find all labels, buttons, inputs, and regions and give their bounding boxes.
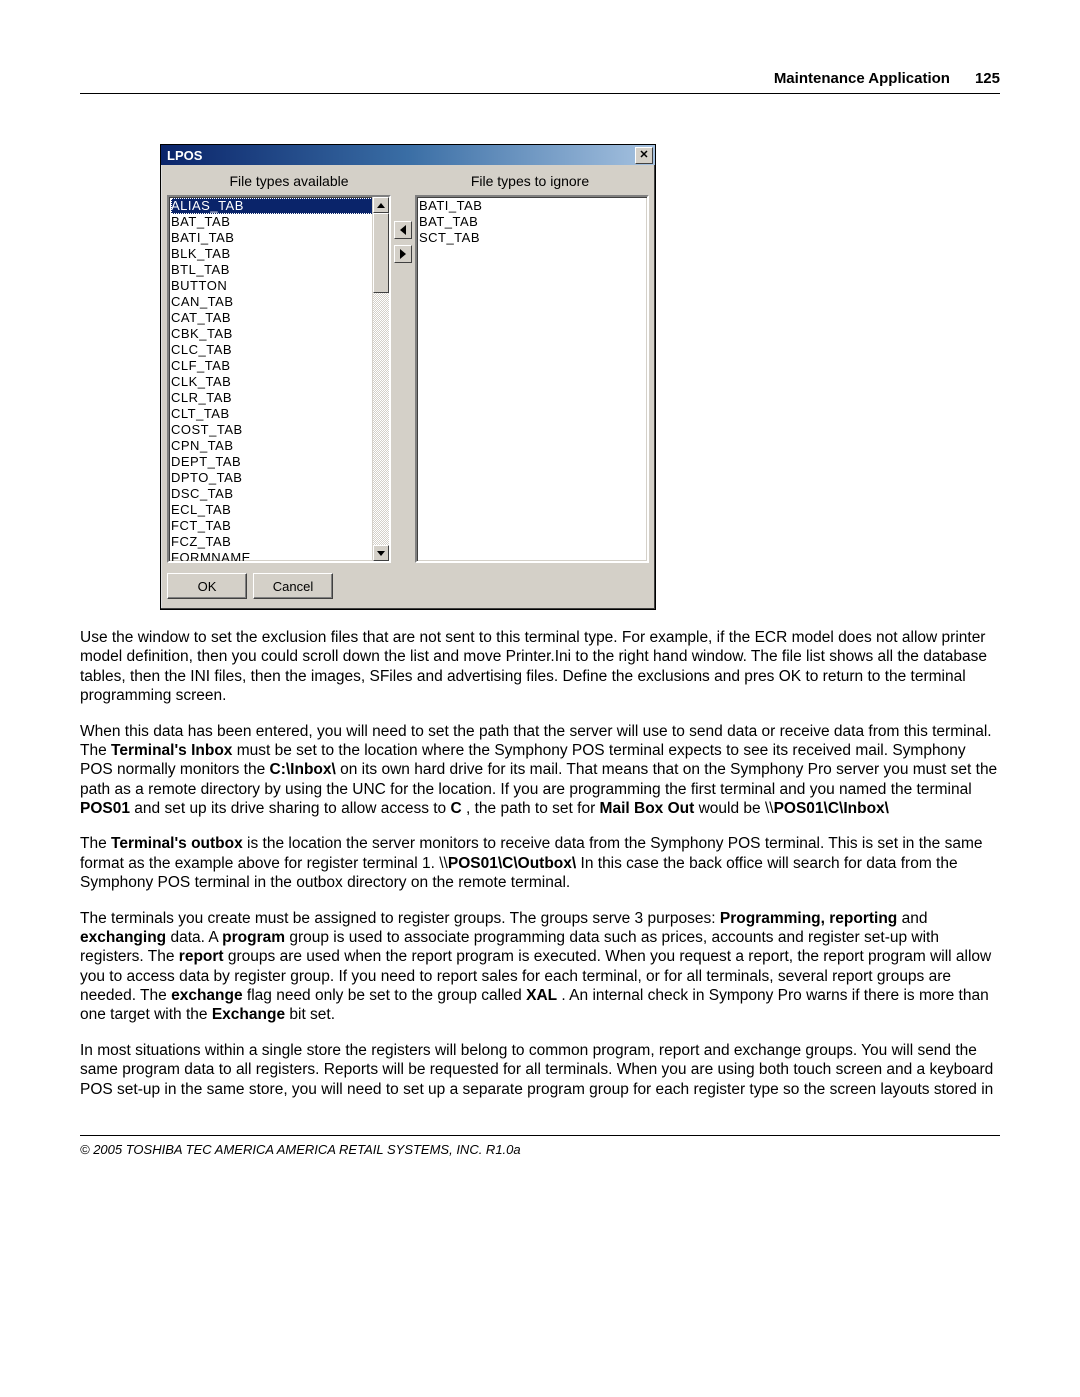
scroll-thumb[interactable] <box>373 213 389 293</box>
ignore-listbox[interactable]: BATI_TABBAT_TABSCT_TAB <box>415 195 649 563</box>
list-item[interactable]: CLC_TAB <box>171 342 387 358</box>
list-item[interactable]: BTL_TAB <box>171 262 387 278</box>
paragraph-3: The Terminal's outbox is the location th… <box>80 834 1000 892</box>
list-item[interactable]: DSC_TAB <box>171 486 387 502</box>
list-item[interactable]: BAT_TAB <box>171 214 387 230</box>
list-item[interactable]: CLK_TAB <box>171 374 387 390</box>
label-available: File types available <box>167 173 411 189</box>
available-listbox[interactable]: ALIAS_TABBAT_TABBATI_TABBLK_TABBTL_TABBU… <box>167 195 391 563</box>
list-item[interactable]: FCT_TAB <box>171 518 387 534</box>
list-item[interactable]: COST_TAB <box>171 422 387 438</box>
paragraph-5: In most situations within a single store… <box>80 1041 1000 1099</box>
page-number: 125 <box>975 70 1000 87</box>
header-separator <box>80 93 1000 94</box>
lpos-dialog: LPOS ✕ File types available File types t… <box>160 144 656 610</box>
list-item[interactable]: CLF_TAB <box>171 358 387 374</box>
list-item[interactable]: BATI_TAB <box>419 198 645 214</box>
move-left-button[interactable] <box>394 221 412 239</box>
list-item[interactable]: CAT_TAB <box>171 310 387 326</box>
paragraph-1: Use the window to set the exclusion file… <box>80 628 1000 706</box>
list-item[interactable]: ALIAS_TAB <box>171 198 387 214</box>
scroll-up-icon[interactable] <box>373 197 389 213</box>
cancel-button[interactable]: Cancel <box>253 573 333 599</box>
section-title: Maintenance Application <box>774 70 950 87</box>
ok-button[interactable]: OK <box>167 573 247 599</box>
list-item[interactable]: CLR_TAB <box>171 390 387 406</box>
list-item[interactable]: CAN_TAB <box>171 294 387 310</box>
list-item[interactable]: BUTTON <box>171 278 387 294</box>
list-item[interactable]: BLK_TAB <box>171 246 387 262</box>
close-icon[interactable]: ✕ <box>635 147 653 164</box>
list-item[interactable]: FORMNAME <box>171 550 387 563</box>
scroll-down-icon[interactable] <box>373 545 389 561</box>
footer-separator <box>80 1135 1000 1136</box>
paragraph-2: When this data has been entered, you wil… <box>80 722 1000 819</box>
list-item[interactable]: DPTO_TAB <box>171 470 387 486</box>
move-right-button[interactable] <box>394 245 412 263</box>
list-item[interactable]: ECL_TAB <box>171 502 387 518</box>
list-item[interactable]: BATI_TAB <box>171 230 387 246</box>
titlebar: LPOS ✕ <box>161 145 655 165</box>
list-item[interactable]: BAT_TAB <box>419 214 645 230</box>
label-ignore: File types to ignore <box>411 173 649 189</box>
list-item[interactable]: DEPT_TAB <box>171 454 387 470</box>
list-item[interactable]: SCT_TAB <box>419 230 645 246</box>
footer-text: © 2005 TOSHIBA TEC AMERICA AMERICA RETAI… <box>80 1142 1000 1157</box>
list-item[interactable]: CPN_TAB <box>171 438 387 454</box>
list-item[interactable]: CLT_TAB <box>171 406 387 422</box>
body-text: Use the window to set the exclusion file… <box>80 628 1000 1099</box>
paragraph-4: The terminals you create must be assigne… <box>80 909 1000 1025</box>
list-item[interactable]: FCZ_TAB <box>171 534 387 550</box>
scrollbar[interactable] <box>372 197 389 561</box>
dialog-title: LPOS <box>163 148 202 163</box>
list-item[interactable]: CBK_TAB <box>171 326 387 342</box>
page-header: Maintenance Application 125 <box>80 70 1000 87</box>
